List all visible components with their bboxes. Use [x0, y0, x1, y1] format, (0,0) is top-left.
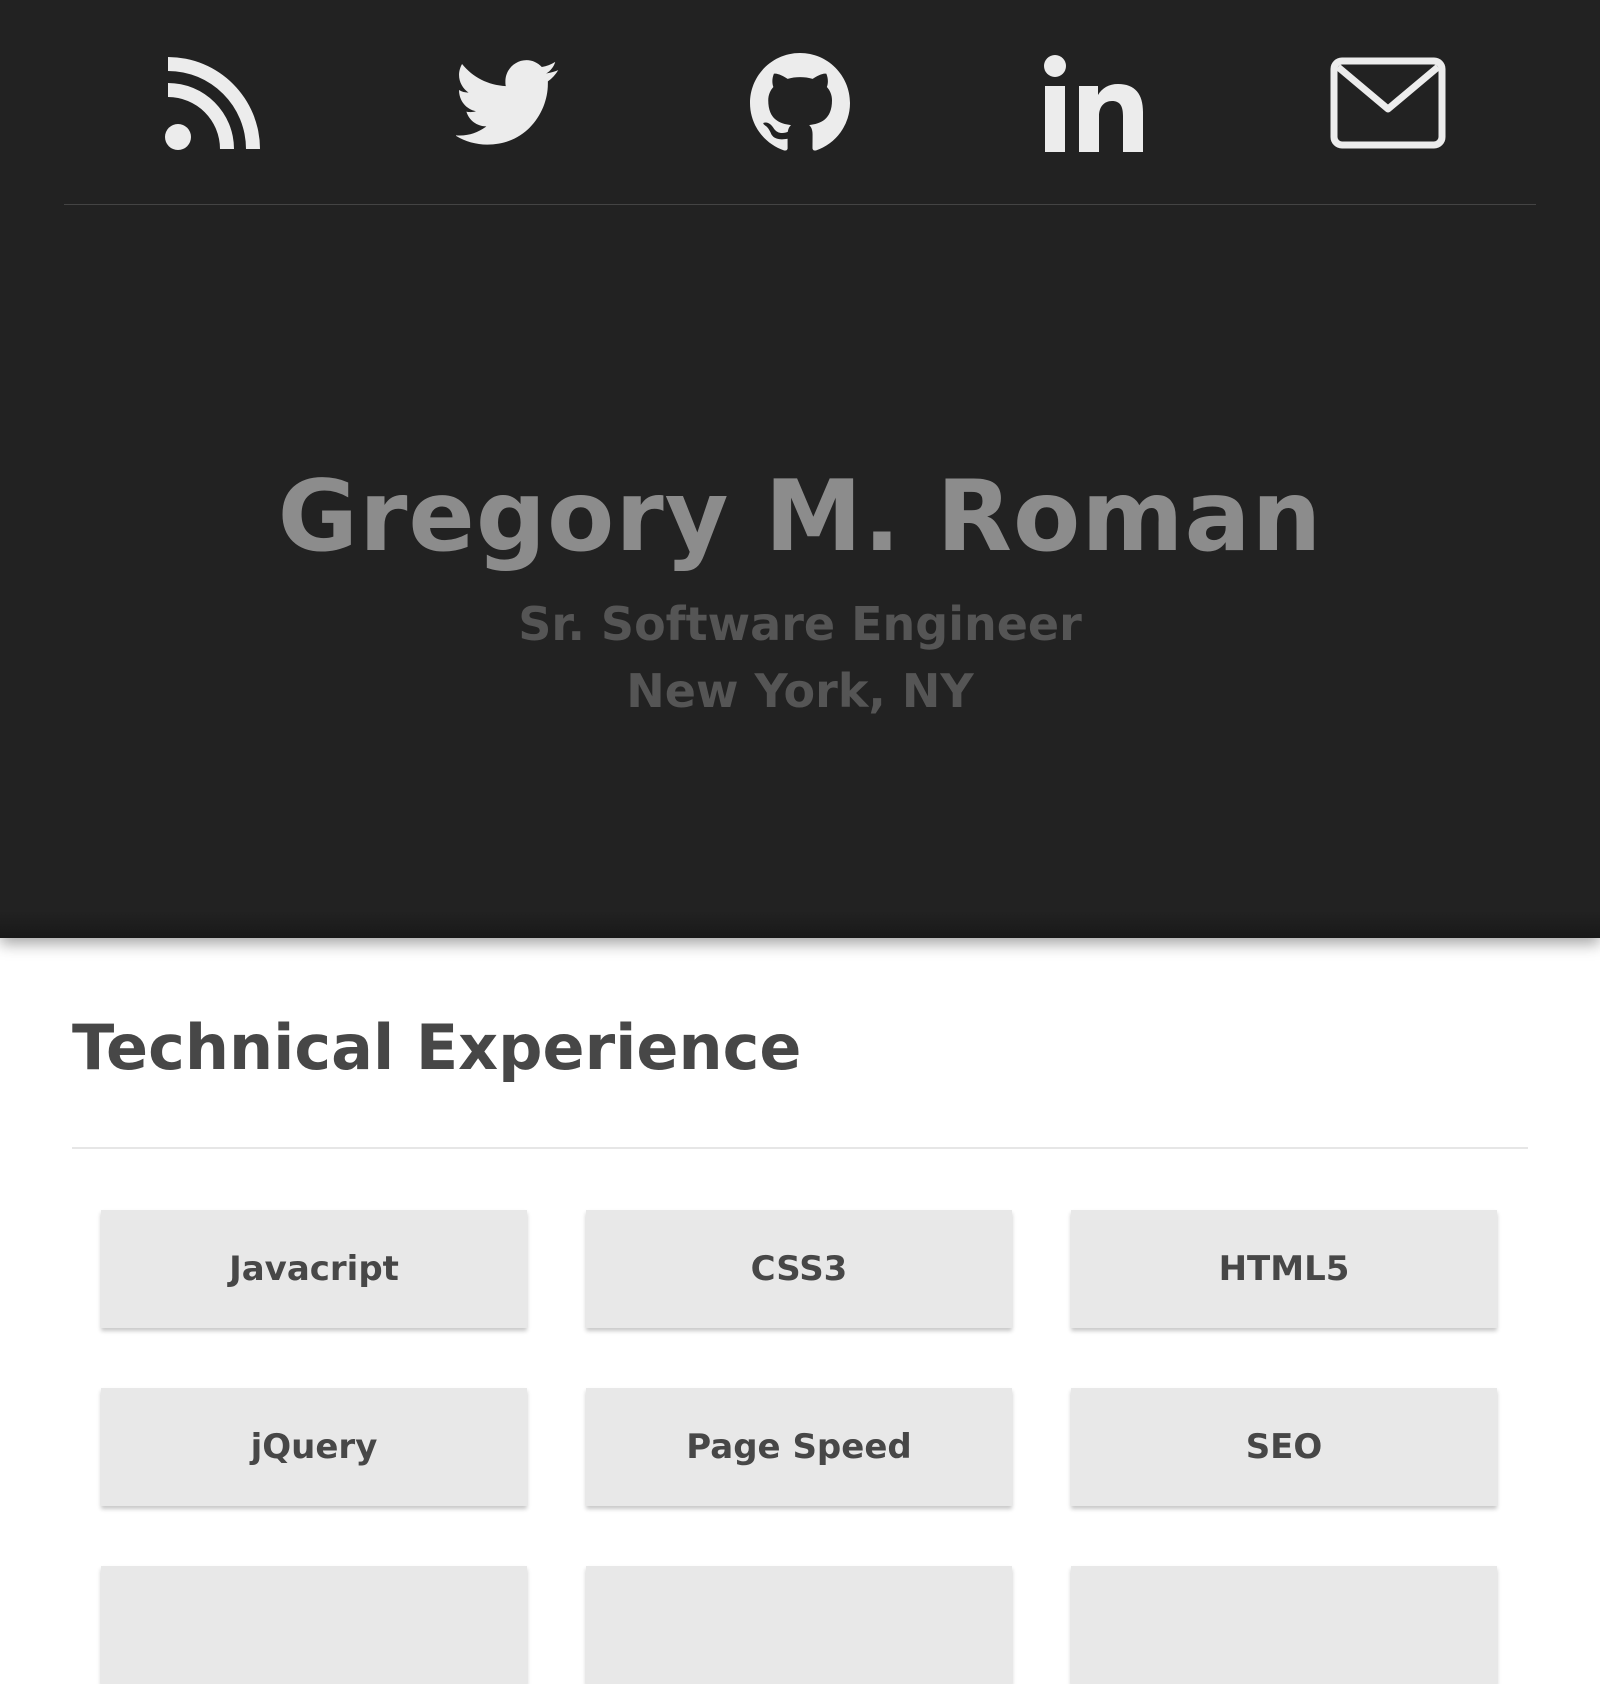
hero-location: New York, NY — [626, 664, 974, 718]
email-link[interactable] — [1324, 44, 1452, 162]
github-icon — [750, 53, 850, 151]
skill-tile-jquery[interactable]: jQuery — [101, 1388, 527, 1506]
linkedin-icon — [1044, 55, 1143, 152]
skill-tile[interactable] — [586, 1566, 1012, 1684]
rss-link[interactable] — [150, 44, 278, 162]
skill-tile-page-speed[interactable]: Page Speed — [586, 1388, 1012, 1506]
twitter-link[interactable] — [444, 44, 572, 162]
skill-tile[interactable] — [101, 1566, 527, 1684]
skill-tile[interactable] — [1071, 1566, 1497, 1684]
mail-icon — [1330, 57, 1446, 149]
section-divider — [72, 1147, 1528, 1149]
rss-icon — [165, 57, 260, 150]
site-header: Gregory M. Roman Sr. Software Engineer N… — [0, 0, 1600, 938]
social-links-bar — [64, 0, 1536, 205]
skill-tile-css3[interactable]: CSS3 — [586, 1210, 1012, 1328]
github-link[interactable] — [736, 44, 864, 162]
technical-experience-section: Technical Experience Javacript CSS3 HTML… — [0, 938, 1600, 1684]
twitter-icon — [456, 60, 559, 145]
skills-grid: Javacript CSS3 HTML5 jQuery Page Speed S… — [101, 1210, 1499, 1684]
skill-tile-html5[interactable]: HTML5 — [1071, 1210, 1497, 1328]
skill-tile-seo[interactable]: SEO — [1071, 1388, 1497, 1506]
hero-name: Gregory M. Roman — [277, 460, 1323, 574]
section-heading: Technical Experience — [72, 1011, 802, 1084]
linkedin-link[interactable] — [1030, 44, 1158, 162]
hero-job-title: Sr. Software Engineer — [518, 597, 1082, 651]
skill-tile-javascript[interactable]: Javacript — [101, 1210, 527, 1328]
